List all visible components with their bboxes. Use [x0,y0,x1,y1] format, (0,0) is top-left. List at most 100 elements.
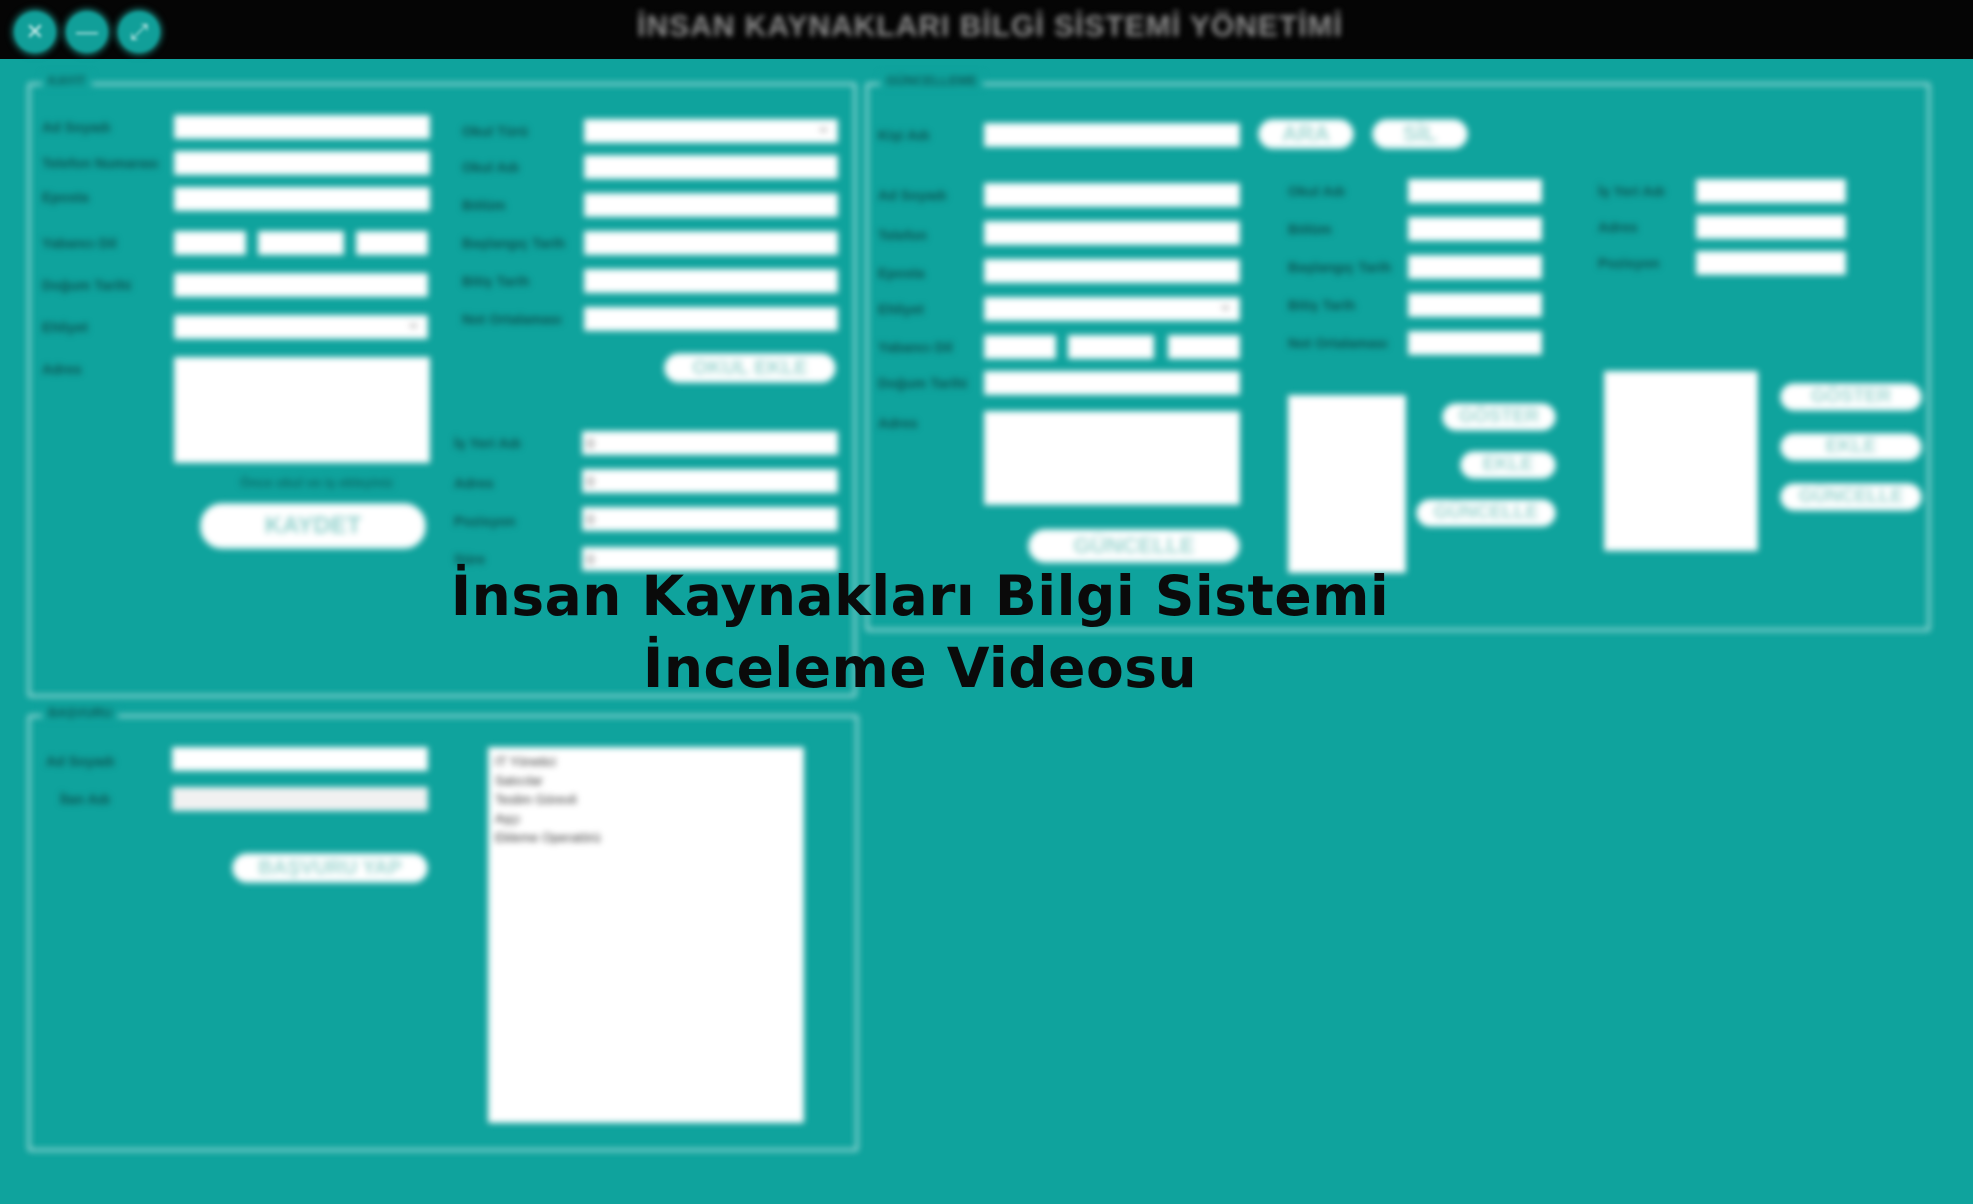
guncelleme-legend: GÜNCELLEME [880,73,983,88]
b-ad-soyad-input[interactable] [172,747,428,771]
ilan-item[interactable]: Aşçı [495,809,797,828]
bolum-input[interactable] [584,193,838,217]
ilan-item[interactable]: IT Yönetici [495,752,797,771]
okul-ekle-button[interactable]: OKUL EKLE [664,353,836,383]
ilan-listbox[interactable]: IT Yönetici Satıcılar Teslim Görevli Aşç… [488,747,804,1123]
g-yabanci-dil-input-3[interactable] [1168,335,1240,359]
okul-ekle-g-button[interactable]: EKLE [1460,451,1556,479]
hint-text: Önce okul ve iş ekleyiniz [240,475,394,490]
maximize-icon[interactable]: ⤢ [118,11,160,53]
yabanci-dil-input-3[interactable] [356,231,428,255]
telefon-input[interactable] [174,151,430,175]
g-bolum-input[interactable] [1408,217,1542,241]
g-bitis-label: Bitiş Tarih [1288,297,1356,313]
ehliyet-label: Ehliyet [42,319,88,335]
overlay-line-1: İnsan Kaynakları Bilgi Sistemi [450,564,1390,628]
g-pozisyon-input[interactable] [1696,251,1846,275]
okul-adi-label: Okul Adı [462,159,520,175]
g-adres-label: Adres [878,415,918,431]
g-bitis-input[interactable] [1408,293,1542,317]
window-title: İNSAN KAYNAKLARI BİLGİ SİSTEMİ YÖNETİMİ [637,10,1343,43]
dogum-tarihi-input[interactable] [174,273,428,297]
basvuru-yap-button[interactable]: BAŞVURU YAP [232,853,428,883]
g-ehliyet-label: Ehliyet [878,301,924,317]
eposta-input[interactable] [174,187,430,211]
ara-button[interactable]: ARA [1258,119,1354,149]
video-title-overlay: İnsan Kaynakları Bilgi Sistemi İnceleme … [330,560,1510,704]
b-ilan-adi-label: İlan Adı [60,791,111,807]
ilan-item[interactable]: Teslim Görevli [495,790,797,809]
ad-soyad-label: Ad Soyadı [42,119,111,135]
yabanci-dil-label: Yabancı Dil [42,235,117,251]
okul-turu-select[interactable] [584,114,838,143]
yabanci-dil-input-1[interactable] [174,231,246,255]
yabanci-dil-input-2[interactable] [258,231,344,255]
g-telefon-label: Telefon [878,227,927,243]
ilan-item[interactable]: Satıcılar [495,771,797,790]
bolum-label: Bölüm [462,197,506,213]
g-guncelle-button[interactable]: GÜNCELLE [1028,529,1240,563]
g-eposta-input[interactable] [984,259,1240,283]
sil-button[interactable]: SİL [1372,119,1468,149]
bitis-input[interactable] [584,269,838,293]
g-baslangic-input[interactable] [1408,255,1542,279]
g-adres-textarea[interactable] [984,411,1240,505]
not-ortalamasi-label: Not Ortalaması [462,311,562,327]
g-dogum-tarihi-input[interactable] [984,371,1240,395]
g-eposta-label: Eposta [878,265,925,281]
g-yabanci-dil-input-2[interactable] [1068,335,1154,359]
guncelleme-group: GÜNCELLEME Kişi Adı ARA SİL Ad Soyadı Te… [866,73,1930,631]
g-dogum-tarihi-label: Doğum Tarihi [878,375,968,391]
g-ad-soyad-input[interactable] [984,183,1240,207]
g-not-ortalamasi-label: Not Ortalaması [1288,335,1388,351]
kayit-legend: KAYIT [42,73,92,88]
g-telefon-input[interactable] [984,221,1240,245]
adres-textarea[interactable] [174,357,430,463]
g-yabanci-dil-input-1[interactable] [984,335,1056,359]
title-bar: ✕ — ⤢ İNSAN KAYNAKLARI BİLGİ SİSTEMİ YÖN… [0,0,1973,59]
okul-guncelle-button[interactable]: GÜNCELLE [1416,499,1556,527]
close-icon[interactable]: ✕ [14,11,56,53]
bitis-label: Bitiş Tarih [462,273,530,289]
b-ad-soyad-label: Ad Soyadı [46,753,115,769]
is-yeri-adi-input[interactable]: 0 [582,431,838,455]
is-guncelle-button[interactable]: GÜNCELLE [1780,483,1922,511]
is-ekle-button[interactable]: EKLE [1780,433,1922,461]
not-ortalamasi-input[interactable] [584,307,838,331]
ilan-item[interactable]: Ekleme Operatörü [495,828,797,847]
basvuru-legend: BAŞVURU [42,705,119,720]
dogum-tarihi-label: Doğum Tarihi [42,277,132,293]
eposta-label: Eposta [42,189,89,205]
g-pozisyon-label: Pozisyon [1598,255,1660,271]
kaydet-button[interactable]: KAYDET [200,503,426,549]
okul-listbox[interactable] [1288,395,1406,573]
okul-adi-input[interactable] [584,155,838,179]
ehliyet-select[interactable] [174,310,428,339]
pozisyon-label: Pozisyon [454,513,516,529]
okul-turu-label: Okul Türü [462,123,529,139]
is-adres-input[interactable]: 0 [582,469,838,493]
g-okul-adi-input[interactable] [1408,179,1542,203]
adres-label: Adres [42,361,82,377]
g-is-adres-label: Adres [1598,219,1638,235]
okul-goster-button[interactable]: GÖSTER [1442,403,1556,431]
is-goster-button[interactable]: GÖSTER [1780,383,1922,411]
pozisyon-input[interactable]: 0 [582,507,838,531]
ad-soyad-input[interactable] [174,115,430,139]
g-yabanci-dil-label: Yabancı Dil [878,339,953,355]
g-is-adres-input[interactable] [1696,215,1846,239]
b-ilan-adi-input[interactable] [172,787,428,811]
g-is-yeri-adi-input[interactable] [1696,179,1846,203]
baslangic-input[interactable] [584,231,838,255]
g-ehliyet-select[interactable] [984,292,1240,321]
is-yeri-adi-label: İş Yeri Adı [454,435,521,451]
g-bolum-label: Bölüm [1288,221,1332,237]
kisi-adi-label: Kişi Adı [878,127,930,143]
telefon-label: Telefon Numarası [42,155,159,171]
kisi-adi-input[interactable] [984,123,1240,147]
g-ad-soyad-label: Ad Soyadı [878,187,947,203]
baslangic-label: Başlangıç Tarih [462,235,566,251]
g-not-ortalamasi-input[interactable] [1408,331,1542,355]
is-listbox[interactable] [1604,371,1758,551]
minimize-icon[interactable]: — [66,11,108,53]
